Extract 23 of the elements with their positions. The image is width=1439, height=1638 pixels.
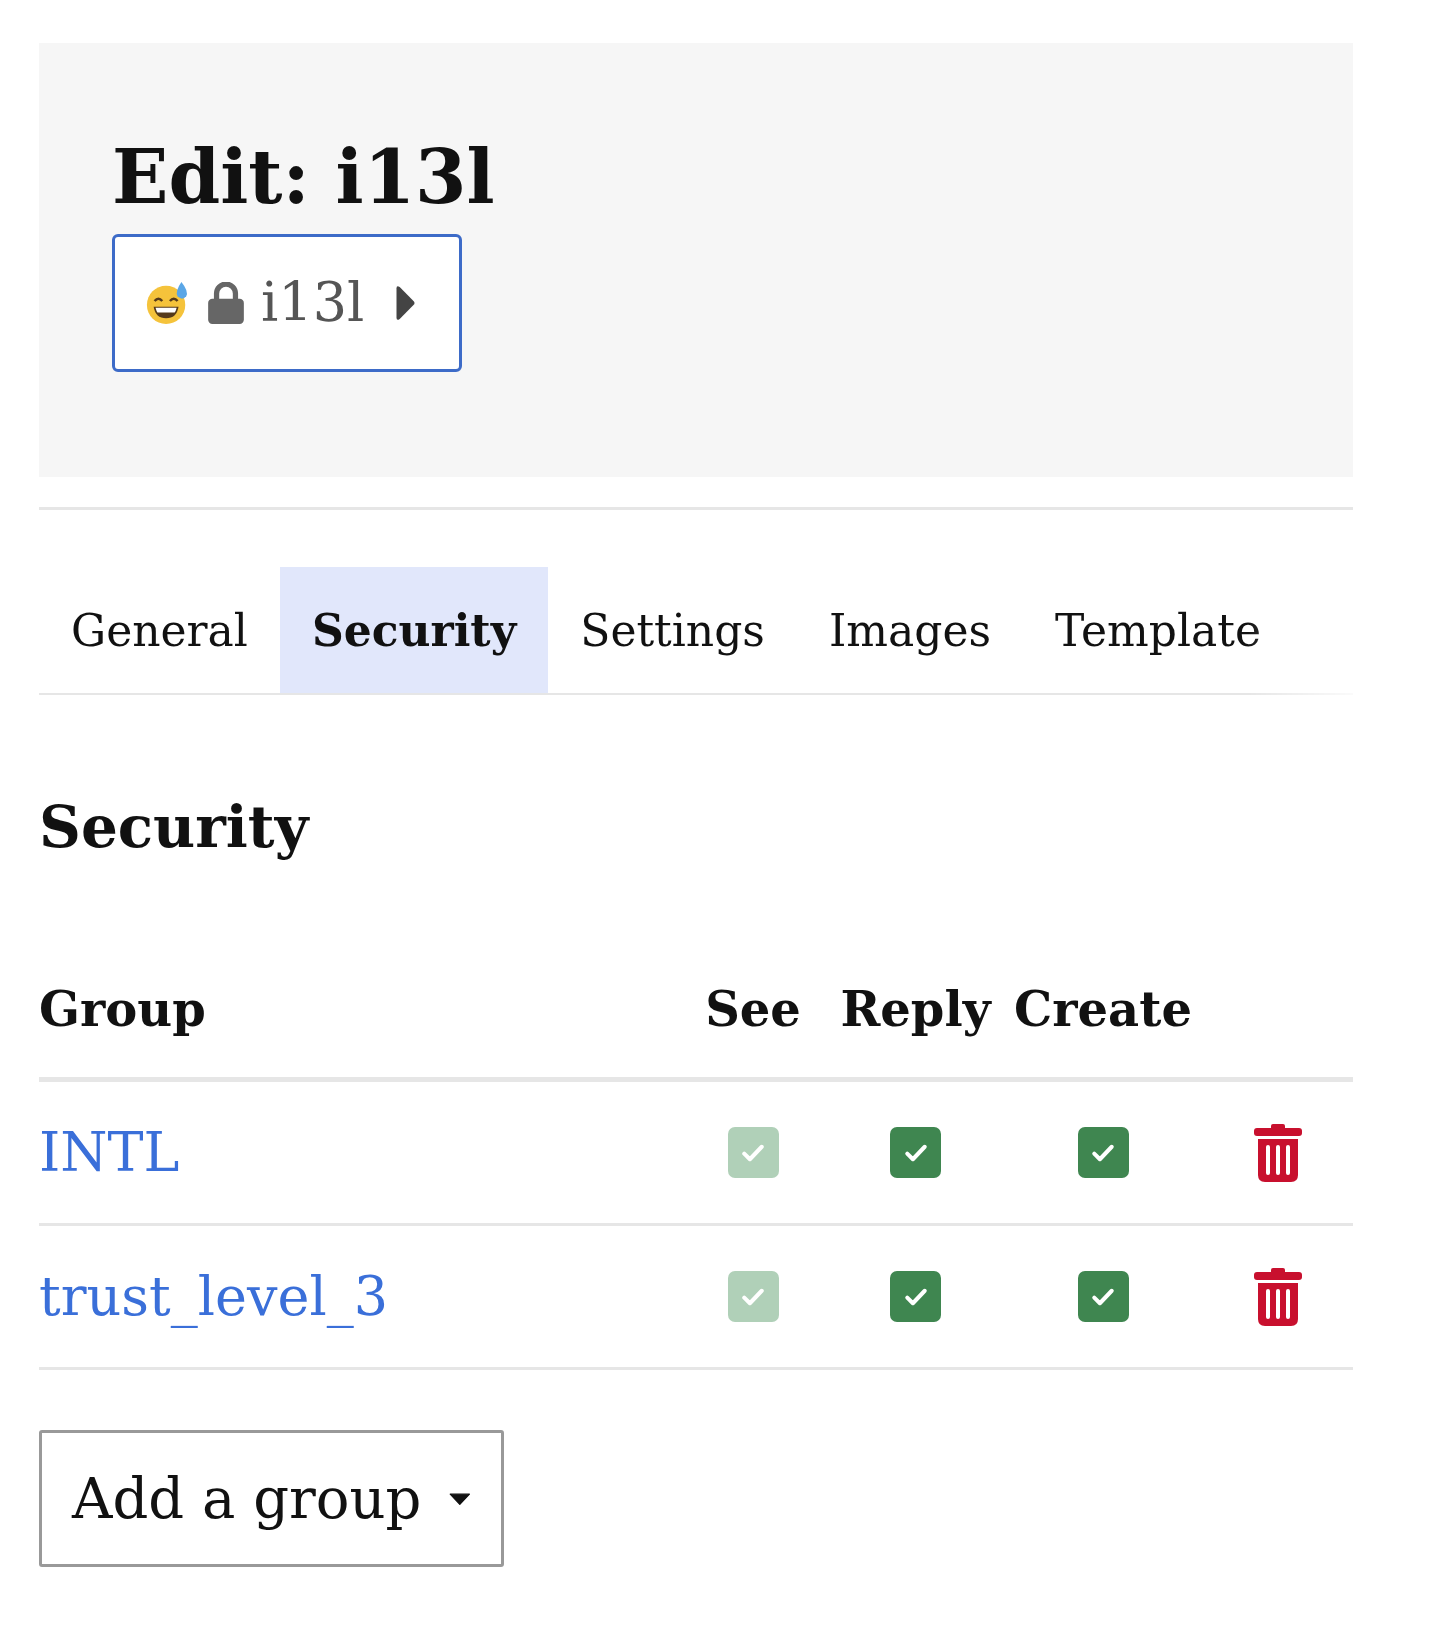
checkbox[interactable] [1077,1271,1129,1322]
column-header: Create [1013,981,1193,1037]
trash-icon[interactable] [1254,1123,1302,1182]
trash-icon[interactable] [1254,1267,1302,1326]
page-title: Edit: i13l [112,133,496,222]
tab[interactable]: Template [1023,567,1293,693]
column-header: Reply [839,981,993,1037]
lock-icon [207,281,245,324]
category-badge[interactable]: i13l [112,233,462,372]
tab[interactable]: Security [279,567,549,693]
add-group-dropdown[interactable]: Add a group [39,1430,504,1567]
caret-right-icon [394,284,417,321]
checkbox[interactable] [890,1127,941,1178]
checkbox[interactable] [890,1271,941,1322]
section-title: Security [39,793,311,861]
tab[interactable]: Images [796,567,1024,693]
tab[interactable]: General [39,567,280,693]
group-link[interactable]: INTL [39,1121,180,1184]
tab[interactable]: Settings [548,567,797,693]
column-header: See [704,981,802,1037]
checkbox[interactable] [1077,1127,1129,1178]
group-link[interactable]: trust_level_3 [39,1265,389,1328]
column-header: Group [39,981,207,1037]
